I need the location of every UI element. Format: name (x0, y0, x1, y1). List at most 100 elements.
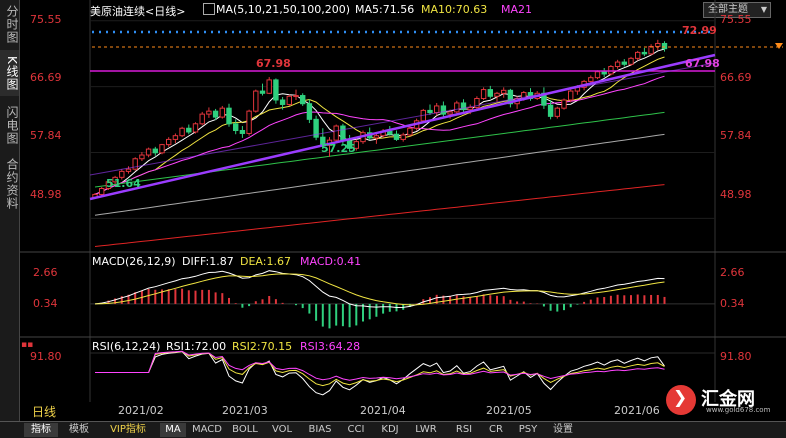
macd-diff-value: DIFF:1.87 (182, 255, 234, 268)
tab-bias[interactable]: BIAS (303, 423, 337, 437)
tab-lwr[interactable]: LWR (410, 423, 442, 437)
tab-settings[interactable]: 设置 (548, 423, 578, 437)
candle-body (333, 125, 339, 141)
tab-template[interactable]: 模板 (62, 423, 96, 437)
candle-body (152, 148, 159, 154)
low-price-label: 57.25 (321, 142, 356, 155)
candle-body (621, 61, 627, 65)
ma200-line (94, 184, 665, 247)
rsi1-value: RSI1:72.00 (166, 340, 227, 353)
candle-body (279, 99, 286, 105)
candle-body (407, 127, 413, 136)
tab-psy[interactable]: PSY (514, 423, 542, 437)
candle-body (454, 102, 460, 113)
candle-body (300, 95, 306, 105)
candle-body (393, 133, 400, 140)
ma10-line (94, 56, 665, 195)
candle-body (373, 135, 380, 139)
candle-body (286, 95, 293, 105)
candle-body (641, 51, 648, 55)
candle-body (635, 51, 641, 59)
rsi3-line (95, 350, 665, 381)
macd-diff-line (94, 270, 665, 309)
candle-body (266, 79, 272, 94)
candle-body (628, 57, 634, 65)
tab-ma[interactable]: MA (160, 423, 186, 437)
macd-dea-value: DEA:1.67 (240, 255, 291, 268)
y-tick-left-4: 48.98 (30, 188, 62, 201)
rsi2-value: RSI2:70.15 (232, 340, 293, 353)
candle-body (259, 90, 266, 94)
macd-tick-left-2: 0.34 (33, 297, 58, 310)
candle-body (145, 148, 152, 156)
x-tick-5: 2021/06 (614, 404, 660, 417)
candle-body (253, 90, 259, 112)
tab-indicators[interactable]: 指标 (24, 423, 58, 437)
macd-dea-line (94, 273, 665, 306)
candle-body (387, 130, 393, 135)
candle-body (246, 110, 252, 134)
trend-channel-line (89, 62, 716, 176)
x-tick-1: 2021/02 (118, 404, 164, 417)
candle-body (480, 89, 487, 100)
ma50-line (94, 111, 665, 188)
logo-url: www.gold678.com (706, 406, 771, 414)
rsi-collapse-icon[interactable]: ▪▪ (21, 340, 33, 350)
candle-body (340, 125, 346, 142)
candle-body (648, 45, 654, 55)
candle-body (125, 168, 132, 172)
candle-body (306, 103, 313, 120)
candle-body (434, 105, 440, 114)
timeframe-label[interactable]: 日线 (32, 403, 56, 420)
candle-body (99, 188, 105, 195)
candle-body (172, 135, 179, 140)
rsi3-value: RSI3:64.28 (300, 340, 361, 353)
macd-title: MACD(26,12,9) (92, 255, 176, 268)
macd-tick-right-2: 0.34 (720, 297, 745, 310)
rsi-title: RSI(6,12,24) (92, 340, 161, 353)
y-tick-left-1: 75.55 (30, 13, 62, 26)
candle-body (487, 89, 494, 97)
tab-cr[interactable]: CR (484, 423, 508, 437)
tab-cci[interactable]: CCI (342, 423, 370, 437)
tab-macd[interactable]: MACD (190, 423, 224, 437)
macd-tick-left-1: 2.66 (33, 266, 58, 279)
macd-tick-right-1: 2.66 (720, 266, 745, 279)
candle-body (661, 42, 668, 50)
rsi-tick-right: 91.80 (720, 350, 752, 363)
candle-body (400, 134, 406, 140)
candle-body (467, 106, 473, 111)
peak-price-label: 67.98 (256, 57, 291, 70)
x-tick-3: 2021/04 (360, 404, 406, 417)
x-tick-4: 2021/05 (486, 404, 532, 417)
candle-body (226, 107, 232, 125)
candle-body (568, 90, 574, 101)
tab-rsi[interactable]: RSI (450, 423, 478, 437)
candle-body (440, 105, 447, 115)
candle-body (139, 154, 145, 160)
y-tick-right-4: 48.98 (720, 188, 752, 201)
tab-kdj[interactable]: KDJ (376, 423, 404, 437)
gold678-logo-icon: ❯ (666, 385, 696, 415)
candle-body (186, 127, 192, 133)
macd-hist-value: MACD:0.41 (300, 255, 362, 268)
candle-body (447, 111, 453, 115)
y-tick-left-2: 66.69 (30, 71, 62, 84)
candle-body (501, 89, 507, 94)
tab-vip-indicators[interactable]: VIP指标 (102, 423, 154, 437)
tab-vol[interactable]: VOL (266, 423, 298, 437)
candle-body (206, 110, 212, 115)
y-tick-right-1: 75.55 (720, 13, 752, 26)
candle-body (427, 109, 433, 114)
candle-body (655, 42, 661, 47)
candle-body (166, 138, 172, 146)
candle-body (614, 61, 621, 68)
y-tick-right-3: 57.84 (720, 129, 752, 142)
start-price-label: 51.64 (106, 177, 141, 190)
candle-body (547, 104, 554, 117)
candle-body (608, 66, 614, 75)
candle-body (179, 127, 185, 137)
candle-body (212, 110, 219, 118)
tab-boll[interactable]: BOLL (228, 423, 262, 437)
candle-body (219, 107, 226, 118)
